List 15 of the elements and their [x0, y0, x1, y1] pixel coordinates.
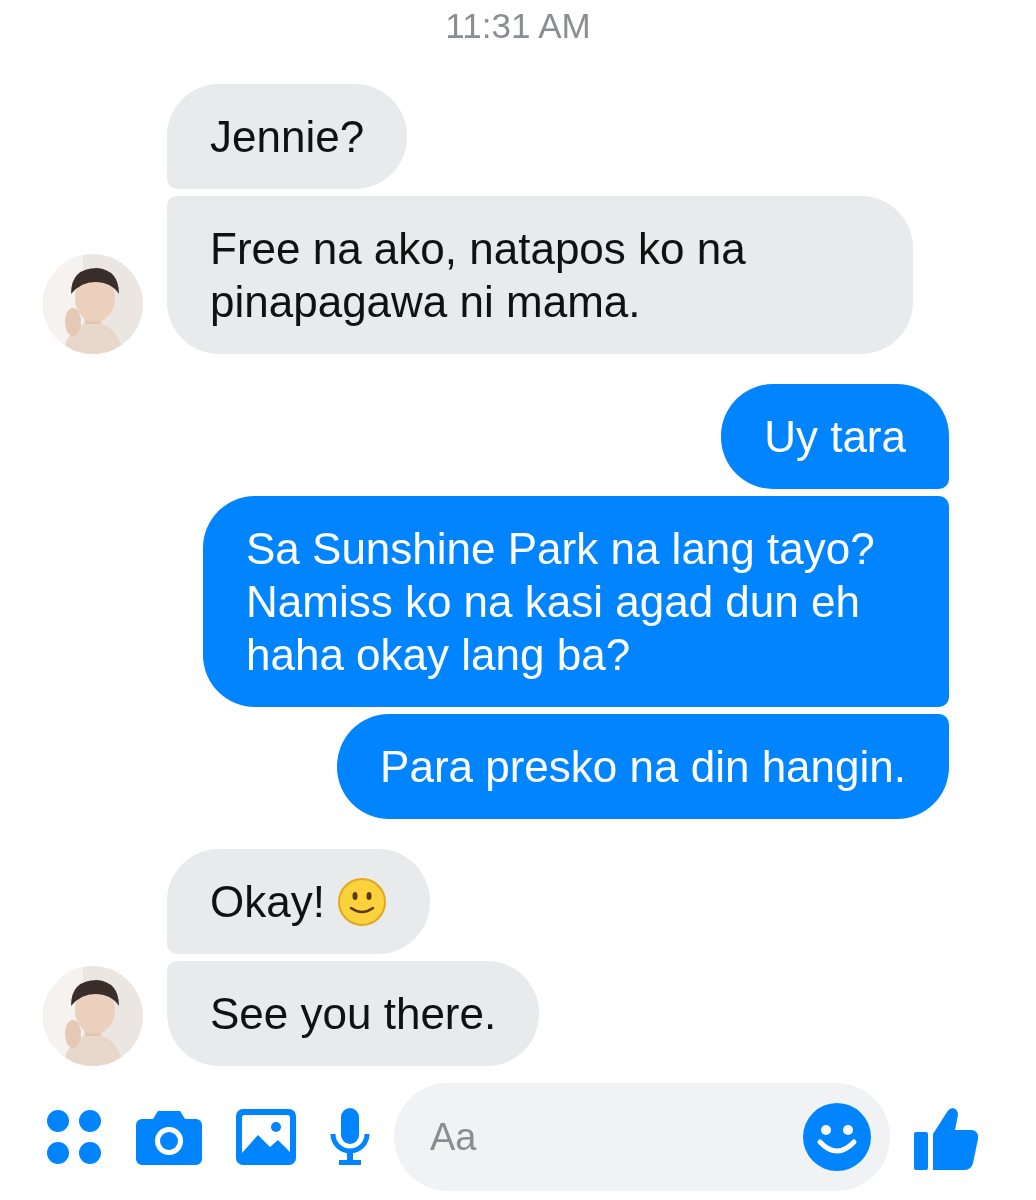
camera-icon[interactable]	[136, 1109, 202, 1165]
message-input-field[interactable]: Aa	[428, 1114, 802, 1160]
message-text: Sa Sunshine Park na lang tayo? Namiss ko na kasi agad dun eh haha okay lang ba?	[246, 523, 876, 681]
message-text: Uy tara	[764, 411, 906, 463]
image-icon[interactable]	[236, 1109, 296, 1165]
message-field[interactable]: Aa	[394, 1083, 890, 1191]
message-text: Para presko na din hangin.	[380, 741, 906, 793]
microphone-icon[interactable]	[330, 1108, 370, 1166]
message-text: See you there.	[210, 988, 497, 1040]
menu-dots-icon[interactable]	[46, 1109, 102, 1165]
message-text: Free na ako, natapos ko na pinapagawa ni mama.	[210, 223, 747, 328]
message-text: Okay!	[210, 876, 325, 928]
message-timestamp: 11:31 AM	[445, 8, 591, 44]
message-text: Jennie?	[210, 111, 365, 163]
emoji-icon[interactable]	[802, 1102, 872, 1172]
